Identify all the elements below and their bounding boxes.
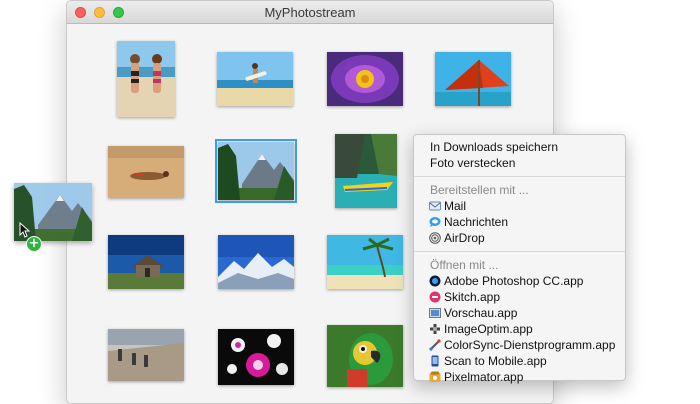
menu-item-airdrop[interactable]: AirDrop xyxy=(414,230,625,246)
menu-item-pixelmator[interactable]: Pixelmator.app xyxy=(414,369,625,385)
photo-orchids[interactable] xyxy=(218,329,294,385)
menu-item-scan-to-mobile[interactable]: Scan to Mobile.app xyxy=(414,353,625,369)
menu-header-open-with: Öffnen mit ... xyxy=(430,258,499,272)
photo-mountain-trees[interactable] xyxy=(215,139,297,203)
context-menu: In Downloads speichern Foto verstecken B… xyxy=(413,134,626,384)
menu-item-label: Mail xyxy=(444,199,467,213)
photo-parrot[interactable] xyxy=(327,325,403,387)
menu-separator xyxy=(414,251,625,252)
menu-item-save-to-downloads[interactable]: In Downloads speichern xyxy=(414,139,625,155)
photo-red-umbrella[interactable] xyxy=(435,52,511,106)
photo-purple-flower[interactable] xyxy=(327,52,403,106)
menu-item-label: Pixelmator.app xyxy=(444,370,524,384)
menu-item-skitch[interactable]: Skitch.app xyxy=(414,289,625,305)
copy-plus-badge-icon: + xyxy=(26,236,42,252)
photo-palm-beach[interactable] xyxy=(327,235,403,289)
menu-item-label: AirDrop xyxy=(444,231,485,245)
menu-separator xyxy=(414,176,625,177)
imageoptim-icon xyxy=(429,323,441,335)
photoshop-icon xyxy=(429,275,441,287)
menu-item-label: Vorschau.app xyxy=(444,306,518,320)
colorsync-icon xyxy=(429,339,441,351)
photo-beach-couple[interactable] xyxy=(117,41,175,117)
messages-icon xyxy=(429,216,441,228)
photo-hut-blue-sky[interactable] xyxy=(108,235,184,289)
window-title: MyPhotostream xyxy=(264,5,356,20)
mail-icon xyxy=(429,200,441,212)
menu-item-label: Nachrichten xyxy=(444,215,509,229)
title-bar: MyPhotostream xyxy=(67,1,553,24)
menu-item-photoshop[interactable]: Adobe Photoshop CC.app xyxy=(414,273,625,289)
menu-item-imageoptim[interactable]: ImageOptim.app xyxy=(414,321,625,337)
menu-item-preview[interactable]: Vorschau.app xyxy=(414,305,625,321)
menu-item-messages[interactable]: Nachrichten xyxy=(414,214,625,230)
airdrop-icon xyxy=(429,232,441,244)
photo-kayak-lagoon[interactable] xyxy=(335,134,397,208)
pixelmator-icon xyxy=(429,371,441,383)
menu-item-label: Adobe Photoshop CC.app xyxy=(444,274,584,288)
menu-item-mail[interactable]: Mail xyxy=(414,198,625,214)
menu-header-share: Bereitstellen mit ... xyxy=(430,183,529,197)
photo-snowy-peaks[interactable] xyxy=(218,235,294,289)
menu-item-label: Scan to Mobile.app xyxy=(444,354,547,368)
menu-item-label: Skitch.app xyxy=(444,290,501,304)
photo-hikers[interactable] xyxy=(108,329,184,381)
photo-surfer[interactable] xyxy=(217,52,293,106)
scan-to-mobile-icon xyxy=(429,355,441,367)
menu-item-colorsync[interactable]: ColorSync-Dienstprogramm.app xyxy=(414,337,625,353)
photo-sunbather[interactable] xyxy=(108,146,184,198)
menu-item-hide-photo[interactable]: Foto verstecken xyxy=(414,155,625,171)
menu-item-label: ColorSync-Dienstprogramm.app xyxy=(444,338,616,352)
menu-item-label: ImageOptim.app xyxy=(444,322,533,336)
preview-icon xyxy=(429,307,441,319)
skitch-icon xyxy=(429,291,441,303)
